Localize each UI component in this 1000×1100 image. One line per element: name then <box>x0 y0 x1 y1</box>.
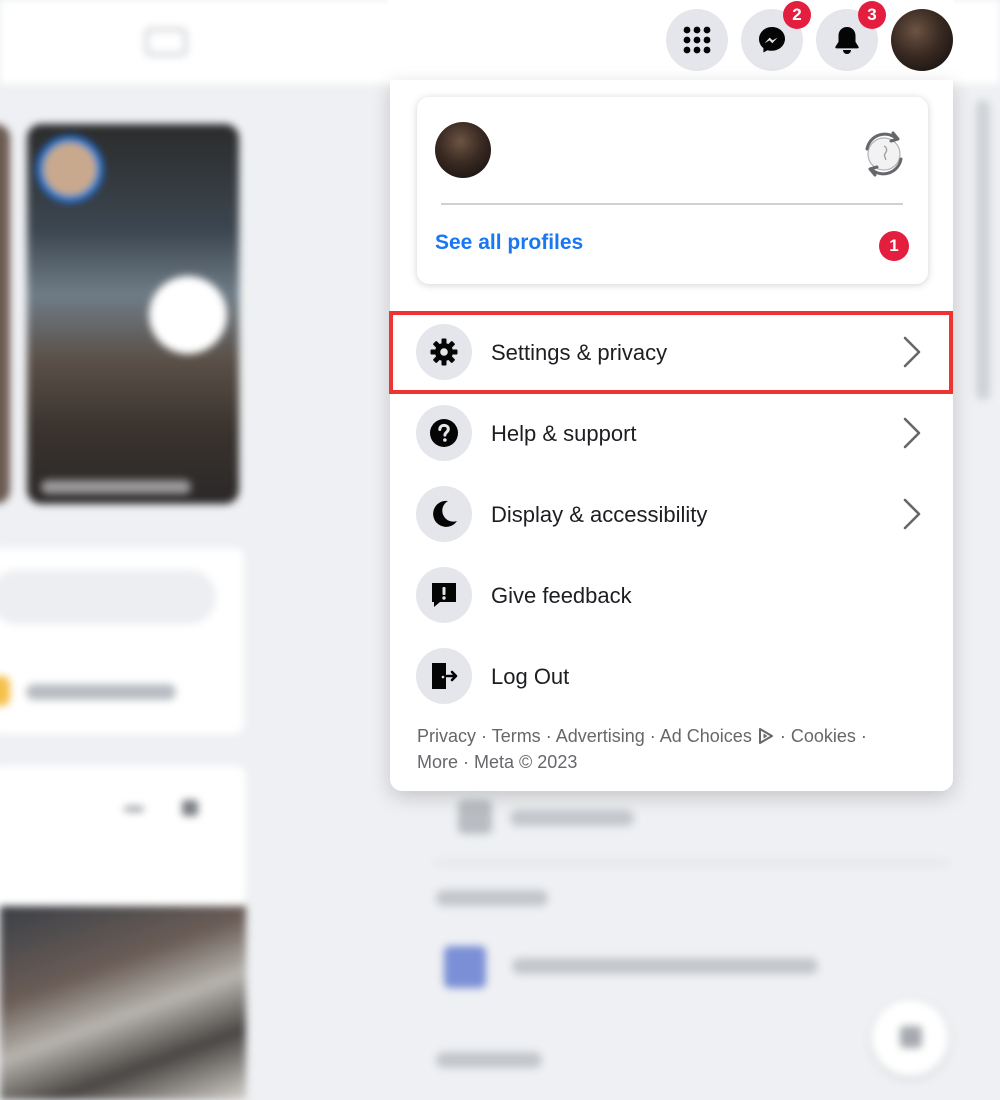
composer-card <box>0 548 244 734</box>
profile-avatar[interactable] <box>435 122 491 178</box>
switch-profile-icon[interactable] <box>859 129 909 179</box>
messenger-button[interactable]: 2 <box>741 1 811 71</box>
page-icon <box>458 800 492 834</box>
feedback-icon <box>432 583 456 607</box>
notifications-badge: 3 <box>858 1 886 29</box>
chevron-right-icon <box>903 498 921 530</box>
advertising-link[interactable]: Advertising <box>556 726 645 746</box>
menu-item-help-support[interactable]: Help & support <box>390 396 953 470</box>
feeling-placeholder <box>26 684 176 700</box>
story-card <box>0 124 10 504</box>
separator: · <box>644 726 660 746</box>
profile-divider <box>441 203 903 205</box>
cookies-link[interactable]: Cookies <box>791 726 856 746</box>
terms-link[interactable]: Terms <box>492 726 541 746</box>
ad-choices-link[interactable]: Ad Choices <box>660 726 775 746</box>
messenger-badge: 2 <box>783 1 811 29</box>
more-icon <box>124 806 144 812</box>
menu-item-label: Give feedback <box>491 583 632 608</box>
separator: · <box>540 726 556 746</box>
post-photo <box>0 906 246 1100</box>
play-icon <box>149 276 227 354</box>
story-name-placeholder <box>41 480 191 494</box>
question-icon <box>430 419 458 447</box>
profile-card: See all profiles 1 <box>417 97 928 284</box>
compose-icon <box>900 1026 922 1048</box>
close-icon <box>182 800 198 816</box>
copyright-text: Meta © 2023 <box>474 752 578 772</box>
logout-icon <box>432 663 458 689</box>
story-card <box>27 124 239 504</box>
menu-item-log-out[interactable]: Log Out <box>390 639 953 713</box>
highlight-box <box>389 311 953 394</box>
rightcol-placeholder <box>510 810 634 826</box>
menu-item-give-feedback[interactable]: Give feedback <box>390 558 953 632</box>
menu-item-label: Display & accessibility <box>491 502 708 527</box>
menu-icon-circle <box>416 567 472 623</box>
rightcol-placeholder <box>436 1052 542 1068</box>
composer-input <box>0 570 216 624</box>
background-nav-icon <box>145 28 187 56</box>
rightcol-placeholder <box>512 958 818 974</box>
rightcol-divider <box>434 862 948 864</box>
rightcol-placeholder <box>436 890 548 906</box>
menu-button[interactable] <box>666 9 728 71</box>
story-avatar <box>37 136 103 202</box>
account-avatar-button[interactable] <box>891 9 953 71</box>
gift-icon <box>444 946 486 988</box>
separator: · <box>774 726 791 746</box>
profiles-badge: 1 <box>879 231 909 261</box>
scrollbar <box>976 100 990 400</box>
ad-choices-label: Ad Choices <box>659 726 752 746</box>
separator: · <box>855 726 867 746</box>
notifications-button[interactable]: 3 <box>816 1 886 71</box>
menu-icon-circle <box>416 486 472 542</box>
grid-menu-icon <box>683 26 711 54</box>
separator: · <box>458 752 475 772</box>
menu-icon-circle <box>416 648 472 704</box>
menu-item-label: Log Out <box>491 664 570 689</box>
privacy-link[interactable]: Privacy <box>417 726 476 746</box>
see-all-profiles-link[interactable]: See all profiles <box>435 231 583 255</box>
menu-icon-circle <box>416 405 472 461</box>
post-card <box>0 766 246 906</box>
menu-item-label: Help & support <box>491 421 637 446</box>
more-link[interactable]: More <box>417 752 458 772</box>
bell-icon <box>835 27 859 54</box>
menu-footer: Privacy · Terms · Advertising · Ad Choic… <box>417 723 927 775</box>
feeling-icon <box>0 676 10 706</box>
messenger-icon <box>759 27 785 53</box>
chevron-right-icon <box>903 417 921 449</box>
moon-icon <box>433 500 457 527</box>
separator: · <box>476 726 492 746</box>
ad-choices-icon <box>758 728 773 744</box>
menu-item-display-accessibility[interactable]: Display & accessibility <box>390 477 953 551</box>
